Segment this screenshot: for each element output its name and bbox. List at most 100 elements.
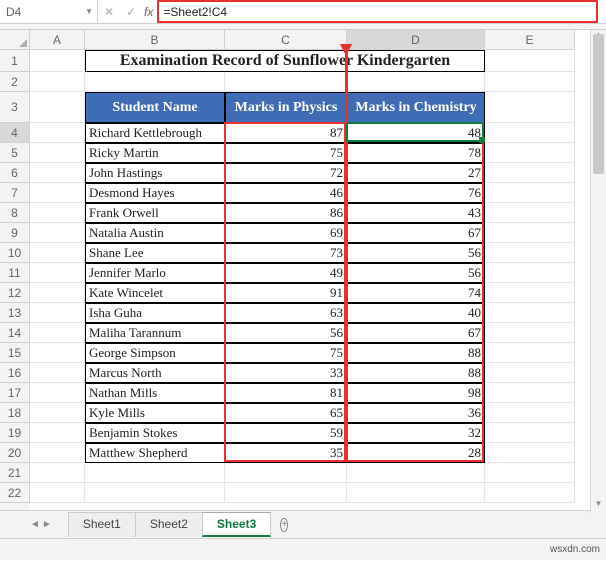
cell-B21[interactable] xyxy=(85,463,225,483)
chemistry-cell[interactable]: 27 xyxy=(347,163,485,183)
physics-cell[interactable]: 59 xyxy=(225,423,347,443)
column-header-d[interactable]: D xyxy=(347,30,485,50)
physics-cell[interactable]: 72 xyxy=(225,163,347,183)
cell-C21[interactable] xyxy=(225,463,347,483)
select-all-triangle[interactable] xyxy=(0,30,30,50)
cell-E2[interactable] xyxy=(485,72,575,92)
physics-cell[interactable]: 86 xyxy=(225,203,347,223)
student-name-cell[interactable]: Nathan Mills xyxy=(85,383,225,403)
cell-A19[interactable] xyxy=(30,423,85,443)
cell-A2[interactable] xyxy=(30,72,85,92)
chemistry-cell[interactable]: 67 xyxy=(347,223,485,243)
cancel-icon[interactable]: ✕ xyxy=(98,0,120,23)
cell-E5[interactable] xyxy=(485,143,575,163)
cells-area[interactable]: Examination Record of Sunflower Kinderga… xyxy=(30,50,575,510)
row-header-10[interactable]: 10 xyxy=(0,243,30,263)
chemistry-cell[interactable]: 40 xyxy=(347,303,485,323)
cell-A13[interactable] xyxy=(30,303,85,323)
cell-E22[interactable] xyxy=(485,483,575,503)
cell-E15[interactable] xyxy=(485,343,575,363)
row-header-16[interactable]: 16 xyxy=(0,363,30,383)
physics-cell[interactable]: 75 xyxy=(225,343,347,363)
student-name-cell[interactable]: Richard Kettlebrough xyxy=(85,123,225,143)
row-header-14[interactable]: 14 xyxy=(0,323,30,343)
student-name-cell[interactable]: Kate Wincelet xyxy=(85,283,225,303)
cell-A20[interactable] xyxy=(30,443,85,463)
chemistry-cell[interactable]: 88 xyxy=(347,363,485,383)
cell-A5[interactable] xyxy=(30,143,85,163)
chemistry-cell[interactable]: 56 xyxy=(347,243,485,263)
cell-C2[interactable] xyxy=(225,72,347,92)
cell-E3[interactable] xyxy=(485,92,575,123)
physics-cell[interactable]: 87 xyxy=(225,123,347,143)
tab-nav[interactable]: ◄ ► xyxy=(30,519,52,530)
cell-E7[interactable] xyxy=(485,183,575,203)
student-name-cell[interactable]: George Simpson xyxy=(85,343,225,363)
cell-A16[interactable] xyxy=(30,363,85,383)
cell-E16[interactable] xyxy=(485,363,575,383)
chemistry-cell[interactable]: 78 xyxy=(347,143,485,163)
sheet-tab-sheet3[interactable]: Sheet3 xyxy=(202,512,271,537)
title-cell[interactable]: Examination Record of Sunflower Kinderga… xyxy=(85,50,485,72)
student-name-cell[interactable]: Marcus North xyxy=(85,363,225,383)
cell-E6[interactable] xyxy=(485,163,575,183)
cell-A12[interactable] xyxy=(30,283,85,303)
cell-A8[interactable] xyxy=(30,203,85,223)
student-name-cell[interactable]: Desmond Hayes xyxy=(85,183,225,203)
student-name-cell[interactable]: Isha Guha xyxy=(85,303,225,323)
row-header-19[interactable]: 19 xyxy=(0,423,30,443)
header-student-name[interactable]: Student Name xyxy=(85,92,225,123)
chevron-down-icon[interactable]: ▼ xyxy=(85,7,93,16)
cell-E21[interactable] xyxy=(485,463,575,483)
cell-E18[interactable] xyxy=(485,403,575,423)
student-name-cell[interactable]: Shane Lee xyxy=(85,243,225,263)
student-name-cell[interactable]: John Hastings xyxy=(85,163,225,183)
row-header-6[interactable]: 6 xyxy=(0,163,30,183)
student-name-cell[interactable]: Ricky Martin xyxy=(85,143,225,163)
cell-B2[interactable] xyxy=(85,72,225,92)
vertical-scrollbar[interactable]: ▲ ▼ xyxy=(590,30,606,513)
chemistry-cell[interactable]: 88 xyxy=(347,343,485,363)
formula-input[interactable]: =Sheet2!C4 xyxy=(157,0,598,23)
chemistry-cell[interactable]: 76 xyxy=(347,183,485,203)
cell-E17[interactable] xyxy=(485,383,575,403)
column-header-c[interactable]: C xyxy=(225,30,347,50)
sheet-tab-sheet1[interactable]: Sheet1 xyxy=(68,512,136,537)
cell-A4[interactable] xyxy=(30,123,85,143)
cell-A18[interactable] xyxy=(30,403,85,423)
add-sheet-button[interactable]: + xyxy=(270,512,298,537)
cell-A14[interactable] xyxy=(30,323,85,343)
row-header-20[interactable]: 20 xyxy=(0,443,30,463)
cell-D2[interactable] xyxy=(347,72,485,92)
row-header-9[interactable]: 9 xyxy=(0,223,30,243)
physics-cell[interactable]: 91 xyxy=(225,283,347,303)
cell-C22[interactable] xyxy=(225,483,347,503)
cell-A6[interactable] xyxy=(30,163,85,183)
chemistry-cell[interactable]: 98 xyxy=(347,383,485,403)
row-header-12[interactable]: 12 xyxy=(0,283,30,303)
row-header-22[interactable]: 22 xyxy=(0,483,30,503)
row-header-13[interactable]: 13 xyxy=(0,303,30,323)
cell-A11[interactable] xyxy=(30,263,85,283)
cell-E20[interactable] xyxy=(485,443,575,463)
cell-E19[interactable] xyxy=(485,423,575,443)
header-chemistry[interactable]: Marks in Chemistry xyxy=(347,92,485,123)
student-name-cell[interactable]: Jennifer Marlo xyxy=(85,263,225,283)
cell-E11[interactable] xyxy=(485,263,575,283)
fx-icon[interactable]: fx xyxy=(142,5,157,19)
physics-cell[interactable]: 75 xyxy=(225,143,347,163)
physics-cell[interactable]: 33 xyxy=(225,363,347,383)
cell-A10[interactable] xyxy=(30,243,85,263)
cell-E8[interactable] xyxy=(485,203,575,223)
cell-A9[interactable] xyxy=(30,223,85,243)
cell-B22[interactable] xyxy=(85,483,225,503)
cell-A21[interactable] xyxy=(30,463,85,483)
cell-E12[interactable] xyxy=(485,283,575,303)
physics-cell[interactable]: 69 xyxy=(225,223,347,243)
student-name-cell[interactable]: Maliha Tarannum xyxy=(85,323,225,343)
student-name-cell[interactable]: Frank Orwell xyxy=(85,203,225,223)
sheet-tab-sheet2[interactable]: Sheet2 xyxy=(135,512,203,537)
physics-cell[interactable]: 49 xyxy=(225,263,347,283)
name-box[interactable]: D4 ▼ xyxy=(0,0,98,23)
cell-E10[interactable] xyxy=(485,243,575,263)
